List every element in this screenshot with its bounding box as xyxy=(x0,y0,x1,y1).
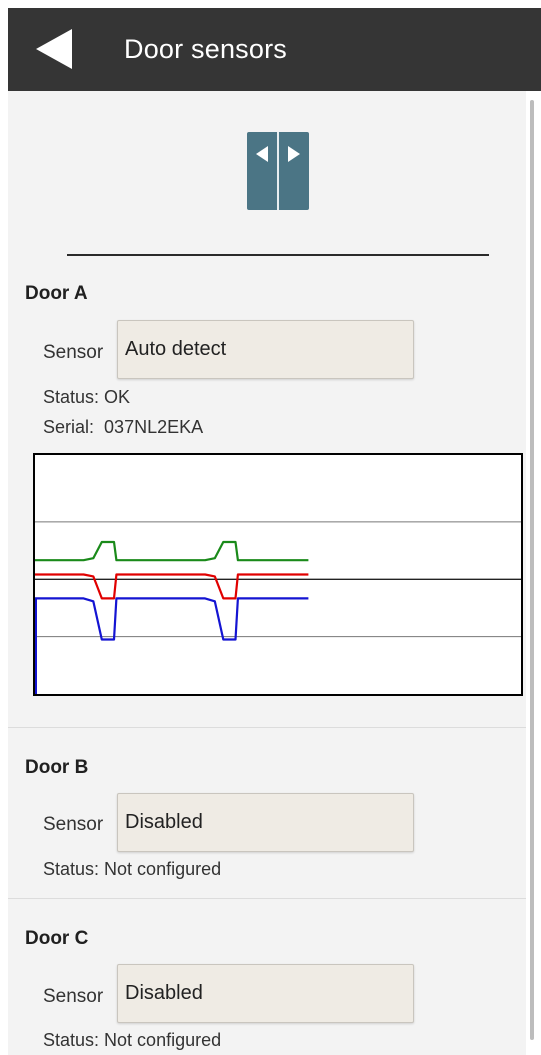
section-divider xyxy=(8,727,526,728)
door-b-sensor-select[interactable]: Disabled xyxy=(117,793,414,852)
door-c-title: Door C xyxy=(25,928,89,949)
status-value: Not configured xyxy=(104,1030,222,1050)
serial-label: Serial: xyxy=(43,417,95,437)
serial-value: 037NL2EKA xyxy=(104,417,204,437)
back-arrow-icon xyxy=(36,29,72,69)
door-a-sensor-select[interactable]: Auto detect xyxy=(117,320,414,379)
app-bar: Door sensors xyxy=(8,8,541,91)
page-title: Door sensors xyxy=(124,34,287,64)
status-label: Status: xyxy=(43,859,100,879)
door-c-status: Status: Not configured xyxy=(43,1030,221,1051)
door-c-sensor-label: Sensor xyxy=(43,986,104,1007)
sliding-door-icon xyxy=(247,132,309,210)
door-c-sensor-select[interactable]: Disabled xyxy=(117,964,414,1023)
door-b-title: Door B xyxy=(25,757,89,778)
door-a-status: Status: OK xyxy=(43,387,130,408)
status-value: OK xyxy=(104,387,131,407)
door-a-title: Door A xyxy=(25,283,88,304)
door-b-sensor-label: Sensor xyxy=(43,814,104,835)
scrollbar[interactable] xyxy=(530,100,534,1040)
door-a-sensor-label: Sensor xyxy=(43,342,104,363)
status-label: Status: xyxy=(43,1030,100,1050)
chart-series-line-0 xyxy=(35,540,309,562)
chart-plot xyxy=(35,521,521,694)
chart-series-line-1 xyxy=(35,573,309,600)
back-button[interactable] xyxy=(28,26,80,72)
chart-series-line-2 xyxy=(35,597,309,641)
door-b-status: Status: Not configured xyxy=(43,859,221,880)
door-a-sensor-chart xyxy=(33,453,523,696)
section-divider xyxy=(8,898,526,899)
header-divider xyxy=(67,254,489,256)
door-a-serial: Serial: 037NL2EKA xyxy=(43,417,203,438)
door-sensors-list[interactable]: Door A Sensor Auto detect Status: OK Ser… xyxy=(8,91,526,1055)
status-label: Status: xyxy=(43,387,100,407)
status-value: Not configured xyxy=(104,859,222,879)
